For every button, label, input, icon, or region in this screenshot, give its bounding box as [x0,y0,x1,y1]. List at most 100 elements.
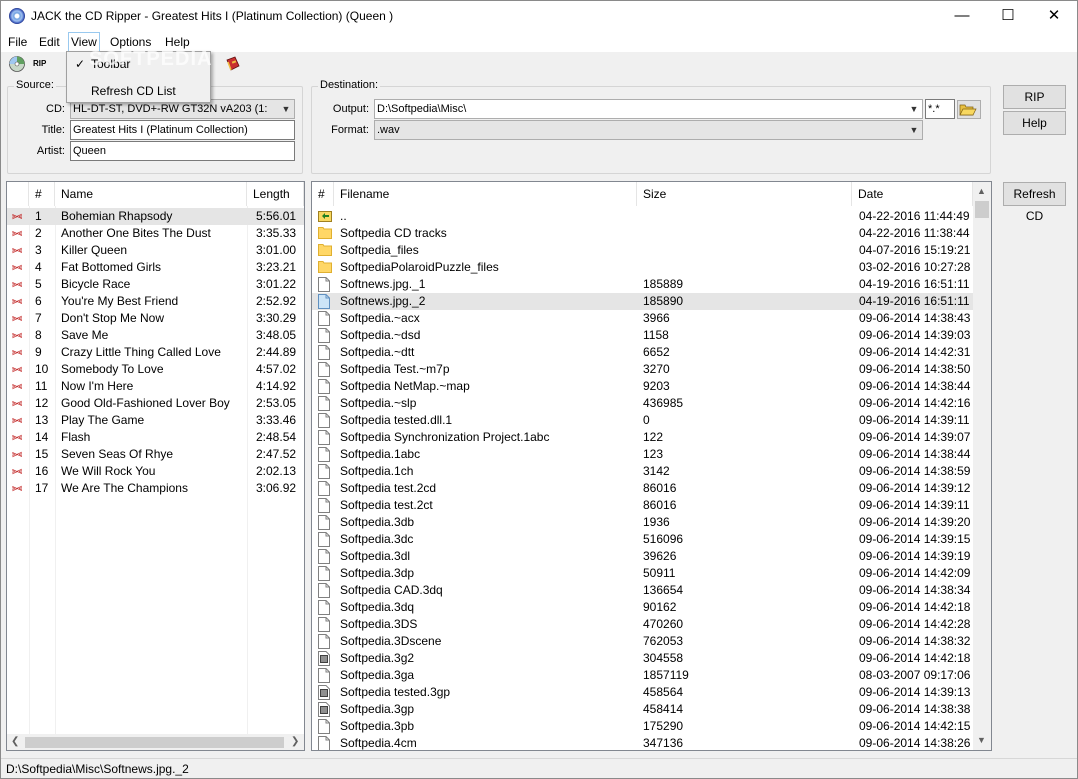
artist-field[interactable]: Queen [70,141,295,161]
file-row[interactable]: Softpedia.3dq 90162 09-06-2014 14:42:18 [312,599,973,616]
filename-column-header[interactable]: Filename [334,182,637,206]
chevron-down-icon[interactable]: ▼ [977,735,986,745]
track-row[interactable]: ⫸⫷ 12 Good Old-Fashioned Lover Boy 2:53.05 [7,395,304,412]
file-icon-column-header[interactable]: # [312,182,334,206]
title-field[interactable]: Greatest Hits I (Platinum Collection) [70,120,295,140]
track-row[interactable]: ⫸⫷ 4 Fat Bottomed Girls 3:23.21 [7,259,304,276]
file-row[interactable]: Softpedia.~acx 3966 09-06-2014 14:38:43 [312,310,973,327]
file-row[interactable]: Softpedia CD tracks 04-22-2016 11:38:44 [312,225,973,242]
file-list[interactable]: # Filename Size Date .. 04-22-2016 11:44:… [311,181,992,751]
track-row[interactable]: ⫸⫷ 7 Don't Stop Me Now 3:30.29 [7,310,304,327]
track-row[interactable]: ⫸⫷ 11 Now I'm Here 4:14.92 [7,378,304,395]
track-row[interactable]: ⫸⫷ 1 Bohemian Rhapsody 5:56.01 [7,208,304,225]
file-row[interactable]: Softpedia tested.dll.1 0 09-06-2014 14:39:… [312,412,973,429]
chevron-up-icon[interactable]: ▲ [977,186,986,196]
track-length: 3:06.92 [256,481,297,495]
track-row[interactable]: ⫸⫷ 17 We Are The Champions 3:06.92 [7,480,304,497]
file-name: Softpedia.3dq [340,600,415,614]
track-row[interactable]: ⫸⫷ 6 You're My Best Friend 2:52.92 [7,293,304,310]
file-row[interactable]: Softpedia.3ga 1857119 08-03-2007 09:17:06 [312,667,973,684]
file-row[interactable]: Softnews.jpg._1 185889 04-19-2016 16:51:11 [312,276,973,293]
track-number: 7 [35,311,42,325]
menu-item-refresh-cd-list[interactable]: Refresh CD List [69,80,208,102]
file-row[interactable]: Softpedia.3dc 516096 09-06-2014 14:39:15 [312,531,973,548]
menu-edit[interactable]: Edit [37,34,62,51]
track-row[interactable]: ⫸⫷ 9 Crazy Little Thing Called Love 2:44.89 [7,344,304,361]
audio-track-icon: ⫸⫷ [12,347,22,358]
horizontal-scrollbar[interactable]: ❮ ❯ [7,734,304,750]
file-row[interactable]: Softpedia.1ch 3142 09-06-2014 14:38:59 [312,463,973,480]
track-row[interactable]: ⫸⫷ 15 Seven Seas Of Rhye 2:47.52 [7,446,304,463]
output-path-select[interactable]: D:\Softpedia\Misc\ ▼ [374,99,923,119]
scrollbar-thumb[interactable] [25,737,284,748]
track-row[interactable]: ⫸⫷ 13 Play The Game 3:33.46 [7,412,304,429]
file-name: Softpedia NetMap.~map [340,379,470,393]
track-row[interactable]: ⫸⫷ 8 Save Me 3:48.05 [7,327,304,344]
file-name: SoftpediaPolaroidPuzzle_files [340,260,499,274]
file-row[interactable]: Softpedia CAD.3dq 136654 09-06-2014 14:38:… [312,582,973,599]
file-mask-field[interactable]: *.* [925,99,955,119]
file-row[interactable]: Softpedia.3gp 458414 09-06-2014 14:38:38 [312,701,973,718]
cd-icon[interactable] [9,56,25,72]
chevron-left-icon[interactable]: ❮ [11,736,19,747]
file-row[interactable]: Softpedia test.2cd 86016 09-06-2014 14:39:… [312,480,973,497]
track-length-column-header[interactable]: Length [247,182,304,206]
file-date: 09-06-2014 14:38:44 [859,447,971,461]
file-row[interactable]: Softpedia.~dsd 1158 09-06-2014 14:39:03 [312,327,973,344]
close-button[interactable]: ✕ [1031,1,1077,32]
file-row[interactable]: Softpedia.3dp 50911 09-06-2014 14:42:09 [312,565,973,582]
file-row[interactable]: Softpedia.~dtt 6652 09-06-2014 14:42:31 [312,344,973,361]
file-row[interactable]: Softpedia_files 04-07-2016 15:19:21 [312,242,973,259]
file-row[interactable]: Softpedia.3pb 175290 09-06-2014 14:42:15 [312,718,973,735]
file-row[interactable]: Softpedia.3g2 304558 09-06-2014 14:42:18 [312,650,973,667]
rip-button[interactable]: RIP [1003,85,1066,109]
maximize-button[interactable]: ☐ [985,1,1031,32]
file-row[interactable]: .. 04-22-2016 11:44:49 [312,208,973,225]
help-button[interactable]: Help [1003,111,1066,135]
title-bar[interactable]: JACK the CD Ripper - Greatest Hits I (Pl… [1,1,1077,32]
track-row[interactable]: ⫸⫷ 3 Killer Queen 3:01.00 [7,242,304,259]
track-row[interactable]: ⫸⫷ 14 Flash 2:48.54 [7,429,304,446]
menu-file[interactable]: File [6,34,29,51]
file-row[interactable]: Softpedia NetMap.~map 9203 09-06-2014 14:3… [312,378,973,395]
book-icon[interactable] [225,56,241,72]
file-row[interactable]: Softpedia.1abc 123 09-06-2014 14:38:44 [312,446,973,463]
track-number-column-header[interactable]: # [29,182,55,206]
file-name: Softpedia_files [340,243,419,257]
track-length: 3:30.29 [256,311,297,325]
track-row[interactable]: ⫸⫷ 5 Bicycle Race 3:01.22 [7,276,304,293]
track-list[interactable]: # Name Length ⫸⫷ 1 Bohemian Rhapsody 5:56.0… [6,181,305,751]
track-checkbox-column-header[interactable] [7,182,29,206]
track-row[interactable]: ⫸⫷ 10 Somebody To Love 4:57.02 [7,361,304,378]
file-row[interactable]: Softpedia.3db 1936 09-06-2014 14:39:20 [312,514,973,531]
track-name-column-header[interactable]: Name [55,182,247,206]
rip-icon[interactable]: RIP [33,56,49,72]
refresh-cd-button[interactable]: Refresh CD [1003,182,1066,223]
file-row[interactable]: SoftpediaPolaroidPuzzle_files 03-02-2016 … [312,259,973,276]
file-size: 0 [643,413,650,427]
file-row[interactable]: Softpedia Test.~m7p 3270 09-06-2014 14:38:… [312,361,973,378]
chevron-right-icon[interactable]: ❯ [291,736,299,747]
date-column-header[interactable]: Date [852,182,973,206]
file-size: 458414 [643,702,684,716]
track-row[interactable]: ⫸⫷ 2 Another One Bites The Dust 3:35.33 [7,225,304,242]
file-row[interactable]: Softpedia.3Dscene 762053 09-06-2014 14:38:… [312,633,973,650]
scrollbar-thumb[interactable] [975,201,989,218]
file-row[interactable]: Softpedia.3dl 39626 09-06-2014 14:39:19 [312,548,973,565]
vertical-scrollbar[interactable]: ▲ ▼ [973,182,991,750]
size-column-header[interactable]: Size [637,182,852,206]
file-row[interactable]: Softpedia.3DS 470260 09-06-2014 14:42:28 [312,616,973,633]
file-row[interactable]: Softpedia test.2ct 86016 09-06-2014 14:39:… [312,497,973,514]
browse-folder-icon[interactable] [957,100,981,119]
track-row[interactable]: ⫸⫷ 16 We Will Rock You 2:02.13 [7,463,304,480]
menu-item-label: Refresh CD List [91,84,176,98]
file-row[interactable]: Softpedia Synchronization Project.1abc 12… [312,429,973,446]
file-row[interactable]: Softpedia.4cm 347136 09-06-2014 14:38:26 [312,735,973,750]
format-select[interactable]: .wav ▼ [374,120,923,140]
file-size: 762053 [643,634,684,648]
chevron-down-icon: ▼ [909,125,919,135]
file-row[interactable]: Softpedia.~slp 436985 09-06-2014 14:42:16 [312,395,973,412]
minimize-button[interactable]: — [939,1,985,32]
file-row[interactable]: Softpedia tested.3gp 458564 09-06-2014 14:… [312,684,973,701]
file-row[interactable]: Softnews.jpg._2 185890 04-19-2016 16:51:11 [312,293,973,310]
